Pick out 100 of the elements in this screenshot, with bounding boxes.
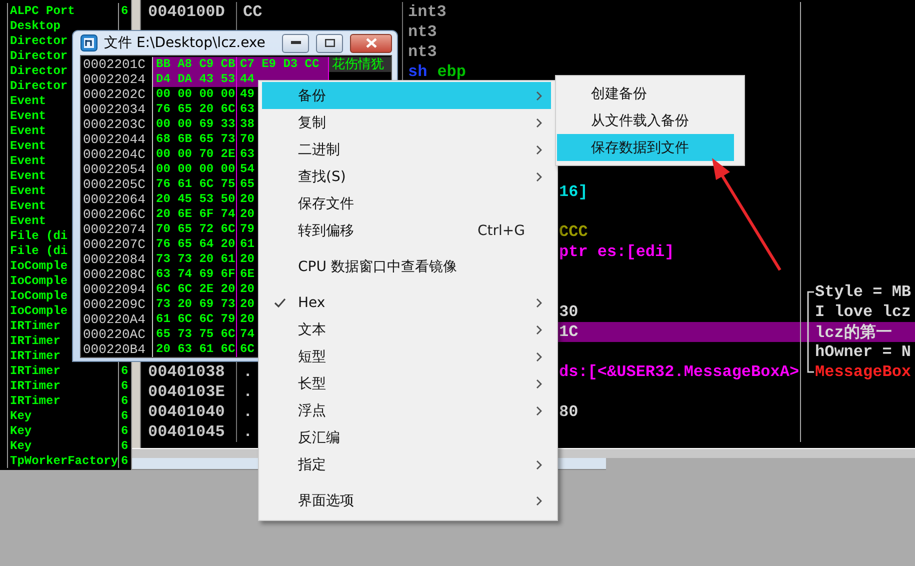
handle-type: IoComple	[10, 288, 68, 302]
hex-bytes[interactable]: 73 73 20 61	[153, 252, 237, 267]
menu-item[interactable]: 查找(S)	[262, 163, 551, 190]
instruction-text: int3	[408, 3, 446, 21]
hex-bytes[interactable]: 73 20 69 73	[153, 297, 237, 312]
code-row[interactable]: 0040100D CC int3	[141, 2, 915, 22]
menu-item-label: 反汇编	[298, 428, 341, 446]
handle-type: Director	[10, 34, 68, 48]
hex-bytes[interactable]: C7 E9 D3 CC	[237, 57, 329, 72]
instruction-text: ebp	[437, 63, 466, 81]
hex-bytes[interactable]: 00 00 00 00	[153, 162, 237, 177]
hex-bytes[interactable]: D4 DA 43 53	[153, 72, 237, 87]
hex-bytes[interactable]: 6C 6C 2E 20	[153, 282, 237, 297]
hex-bytes[interactable]: 76 61 6C 75	[153, 177, 237, 192]
hex-address: 0002203C	[81, 117, 153, 132]
menu-item[interactable]: Hex	[262, 289, 551, 316]
handle-type: Event	[10, 94, 46, 108]
menu-item[interactable]: 长型	[262, 370, 551, 397]
menu-item-label: 转到偏移	[298, 222, 355, 240]
menu-item-label: 界面选项	[298, 492, 355, 510]
handle-type: Event	[10, 124, 46, 138]
hex-bytes[interactable]: 63 74 69 6F	[153, 267, 237, 282]
address-text: 0040103E	[148, 383, 225, 401]
hex-address: 0002206C	[81, 207, 153, 222]
menu-item[interactable]: 浮点	[262, 397, 551, 424]
instruction-text: sh	[408, 63, 428, 81]
hex-address: 00022074	[81, 222, 153, 237]
menu-item-label: 文本	[298, 320, 327, 338]
menu-item[interactable]: 转到偏移 Ctrl+G	[262, 217, 551, 244]
menu-item[interactable]: 保存文件	[262, 190, 551, 217]
handle-count: 6	[121, 364, 128, 378]
menu-item[interactable]: 指定	[262, 451, 551, 478]
handle-type: Desktop	[10, 18, 60, 32]
handle-count: 6	[121, 424, 128, 438]
menu-item[interactable]: 从文件载入备份	[557, 107, 734, 134]
menu-item[interactable]: 备份	[262, 82, 551, 109]
hex-address: 0002205C	[81, 177, 153, 192]
hex-bytes[interactable]: 65 73 75 6C	[153, 327, 237, 342]
menu-item[interactable]: 短型	[262, 343, 551, 370]
instruction-text: 80	[559, 403, 578, 421]
hex-address: 000220B4	[81, 342, 153, 357]
opcode-text: CC	[243, 3, 262, 21]
handle-type: Event	[10, 168, 46, 182]
handle-type: Event	[10, 184, 46, 198]
instruction-text: nt3	[408, 23, 437, 41]
hex-bytes[interactable]: 20 45 53 50	[153, 192, 237, 207]
handle-count: 6	[121, 408, 128, 422]
hex-bytes[interactable]: 00 00 00 00	[153, 87, 237, 102]
close-button[interactable]	[350, 34, 392, 52]
opcode-text: .	[243, 383, 253, 401]
hex-ascii: 花伤情犹	[329, 57, 391, 72]
handle-type: TpWorkerFactory	[10, 454, 118, 468]
hex-address: 000220AC	[81, 327, 153, 342]
comment-text: hOwner = N	[815, 343, 912, 361]
close-icon	[366, 38, 376, 48]
handle-count: 6	[121, 378, 128, 392]
minimize-button[interactable]	[282, 34, 309, 52]
address-text: 0040100D	[148, 3, 225, 21]
app-icon	[80, 34, 98, 52]
handle-count: 6	[121, 4, 128, 18]
maximize-button[interactable]	[316, 34, 343, 52]
hex-address: 0002204C	[81, 147, 153, 162]
handle-type: Event	[10, 154, 46, 168]
hex-bytes[interactable]: 00 00 70 2E	[153, 147, 237, 162]
menu-item[interactable]: 界面选项	[262, 487, 551, 514]
hex-address: 00022034	[81, 102, 153, 117]
handle-type: IRTimer	[10, 318, 60, 332]
hex-address: 00022084	[81, 252, 153, 267]
menu-item[interactable]: 复制	[262, 109, 551, 136]
instruction-text: 30	[559, 303, 578, 321]
handle-type: IoComple	[10, 304, 68, 318]
menu-item[interactable]: 保存数据到文件	[557, 134, 734, 161]
menu-item-label: CPU 数据窗口中查看镜像	[298, 258, 458, 276]
menu-item-label: 备份	[298, 86, 327, 104]
menu-item[interactable]: 二进制	[262, 136, 551, 163]
hex-bytes[interactable]: 68 6B 65 73	[153, 132, 237, 147]
comment-text: Style = MB	[815, 283, 912, 301]
hex-bytes[interactable]: 61 6C 6C 79	[153, 312, 237, 327]
handle-type: Key	[10, 424, 32, 438]
handle-type: Event	[10, 214, 46, 228]
hex-bytes[interactable]: 20 6E 6F 74	[153, 207, 237, 222]
hex-bytes[interactable]: 20 63 61 6C	[153, 342, 237, 357]
menu-item[interactable]: 创建备份	[557, 80, 734, 107]
menu-item-label: 保存文件	[298, 194, 355, 212]
hex-bytes[interactable]: 00 00 69 33	[153, 117, 237, 132]
hex-bytes[interactable]: 76 65 20 6C	[153, 102, 237, 117]
hex-bytes[interactable]: 70 65 72 6C	[153, 222, 237, 237]
handle-type: IRTimer	[10, 378, 60, 392]
menu-item-label: 短型	[298, 348, 327, 366]
instruction-text: nt3	[408, 43, 437, 61]
handle-type: Key	[10, 438, 32, 452]
menu-item[interactable]: CPU 数据窗口中查看镜像	[262, 253, 551, 280]
hex-bytes[interactable]: 76 65 64 20	[153, 237, 237, 252]
handle-type: File (di	[10, 228, 68, 242]
menu-item[interactable]: 反汇编	[262, 424, 551, 451]
hex-bytes[interactable]: BB A8 C9 CB	[153, 57, 237, 72]
hex-address: 0002208C	[81, 267, 153, 282]
menu-item-label: 二进制	[298, 140, 341, 158]
handle-type: IRTimer	[10, 394, 60, 408]
menu-item[interactable]: 文本	[262, 316, 551, 343]
